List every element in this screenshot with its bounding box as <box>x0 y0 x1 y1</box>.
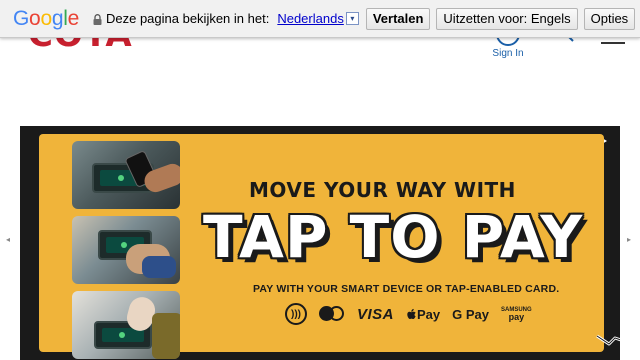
cota-corner-mark-icon <box>596 334 620 346</box>
fare-reader-photo-1 <box>72 141 180 209</box>
apple-pay-logo: Pay <box>406 307 440 322</box>
translate-prompt: Deze pagina bekijken in het: <box>105 11 270 26</box>
fare-reader-photo-3 <box>72 291 180 359</box>
sign-in-label: Sign In <box>492 48 524 59</box>
google-pay-logo: G Pay <box>452 306 490 322</box>
options-button[interactable]: Opties <box>583 7 636 30</box>
mastercard-icon <box>319 305 345 323</box>
contactless-icon: ))) <box>285 303 307 325</box>
google-logo: Google <box>13 6 79 30</box>
language-dropdown-icon[interactable]: ▾ <box>345 12 359 25</box>
disable-for-english-button[interactable]: Uitzetten voor: Engels <box>436 7 578 30</box>
slider-prev-arrow[interactable]: ◂ <box>6 235 10 244</box>
apple-icon <box>407 308 416 319</box>
hero-slider[interactable]: MOVE YOUR WAY WITH TAP TO PAY PAY WITH Y… <box>20 126 620 360</box>
language-link[interactable]: Nederlands <box>277 11 344 26</box>
lock-icon <box>93 14 102 25</box>
tap-to-pay-banner[interactable]: MOVE YOUR WAY WITH TAP TO PAY PAY WITH Y… <box>39 134 620 359</box>
samsung-pay-logo: SAMSUNG pay <box>501 307 532 322</box>
payment-methods-row: ))) VISA Pay G Pay SAMSUNG pay <box>285 303 544 325</box>
translate-button[interactable]: Vertalen <box>365 7 431 30</box>
slider-next-arrow[interactable]: ▸ <box>627 235 631 244</box>
banner-subline: PAY WITH YOUR SMART DEVICE OR TAP-ENABLE… <box>253 283 560 295</box>
google-translate-bar: Google Deze pagina bekijken in het: Nede… <box>0 0 640 38</box>
fare-reader-photo-2 <box>72 216 180 284</box>
banner-headline-small: MOVE YOUR WAY WITH <box>249 178 516 202</box>
banner-headline-big: TAP TO PAY <box>203 203 584 271</box>
visa-logo: VISA <box>357 305 395 323</box>
